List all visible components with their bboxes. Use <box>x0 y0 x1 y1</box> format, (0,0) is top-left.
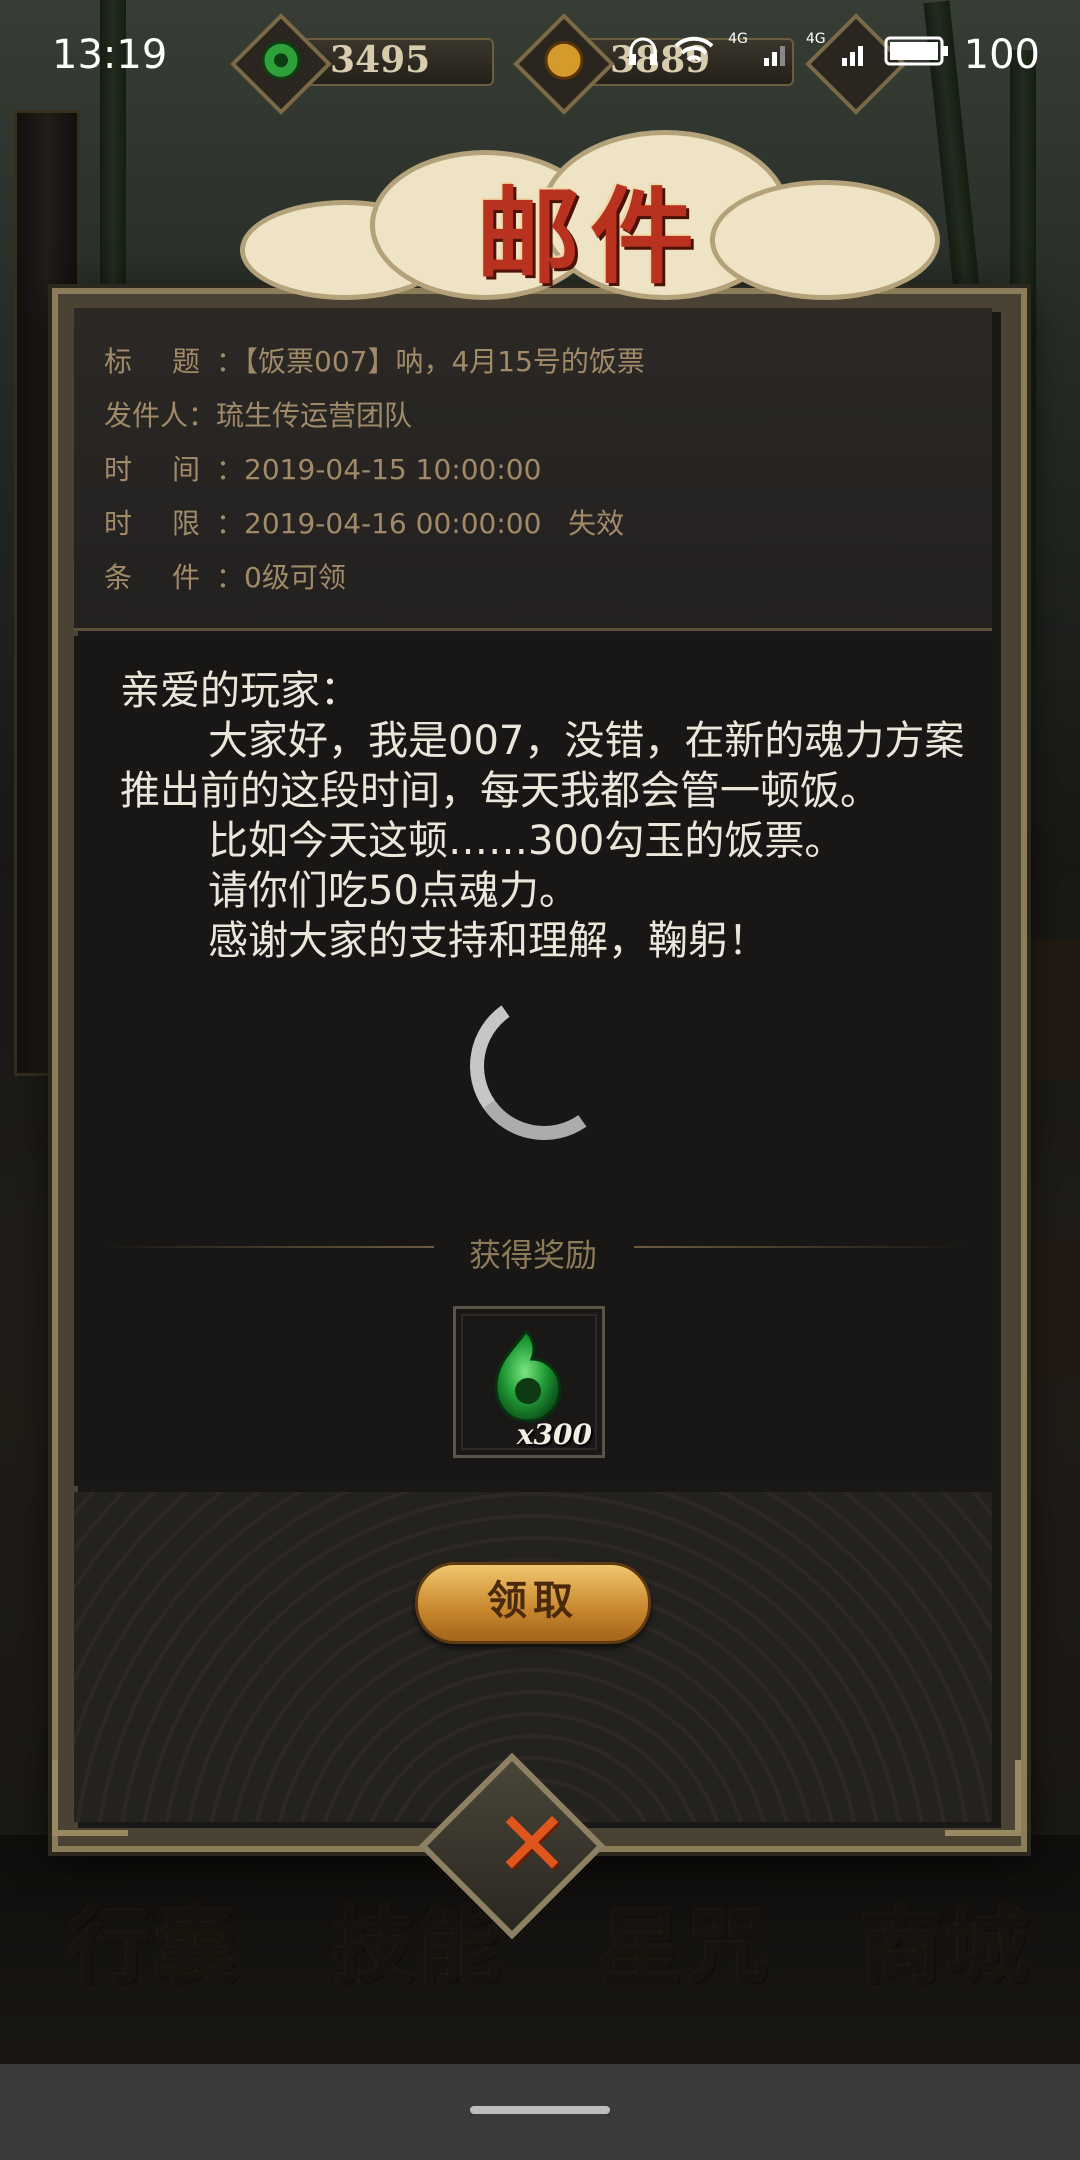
mail-message: 亲爱的玩家： 大家好，我是007，没错，在新的魂力方案推出前的这段时间，每天我都… <box>120 666 970 966</box>
magatama-resource-icon <box>230 13 332 115</box>
title-banner: 邮件 <box>240 130 940 300</box>
deadline-status: 失效 <box>568 507 625 540</box>
navigation-gesture-area <box>0 2064 1080 2160</box>
time-label: 时间 <box>104 453 241 486</box>
mail-info-panel: 标题：【饭票007】呐，4月15号的饭票 发件人：琉生传运营团队 时间：2019… <box>74 308 992 631</box>
signal-icon <box>762 32 792 78</box>
mail-footer-panel <box>74 1492 992 1822</box>
message-paragraph: 比如今天这顿……300勾玉的饭票。 <box>208 818 845 864</box>
wifi-icon <box>674 32 714 78</box>
subject-value: 【饭票007】呐，4月15号的饭票 <box>244 345 645 378</box>
sender-label: 发件人 <box>104 399 189 432</box>
condition-value: 0级可领 <box>244 561 346 594</box>
reward-item-slot[interactable]: x300 <box>453 1306 605 1458</box>
time-row: 时间：2019-04-15 10:00:00 <box>104 448 541 488</box>
message-paragraph: 感谢大家的支持和理解，鞠躬！ <box>208 918 768 964</box>
battery-level: 100 <box>963 32 1040 78</box>
reward-count: x300 <box>516 1418 592 1451</box>
network-label-2: 4G <box>805 31 826 47</box>
sender-value: 琉生传运营团队 <box>216 399 413 432</box>
sender-row: 发件人：琉生传运营团队 <box>104 394 412 434</box>
battery-icon <box>884 32 950 78</box>
dialog-title: 邮件 <box>475 175 704 298</box>
coin-resource-icon <box>513 13 615 115</box>
subject-label: 标题 <box>104 345 241 378</box>
headphones-icon <box>626 32 660 78</box>
magatama-count: 3495 <box>330 39 431 81</box>
network-label: 4G <box>728 31 748 47</box>
home-gesture-bar[interactable] <box>470 2106 610 2114</box>
claim-button-label: 领取 <box>487 1577 579 1624</box>
subject-row: 标题：【饭票007】呐，4月15号的饭票 <box>104 340 645 380</box>
message-paragraph: 大家好，我是007，没错，在新的魂力方案推出前的这段时间，每天我都会管一顿饭。 <box>120 718 965 814</box>
status-bar: 13:19 3495 3889 4G 4G 100 <box>0 0 1080 115</box>
signal-icon-2 <box>840 32 870 78</box>
deadline-row: 时限：2019-04-16 00:00:00 失效 <box>104 502 624 542</box>
condition-row: 条件：0级可领 <box>104 556 346 596</box>
clock: 13:19 <box>52 32 168 78</box>
message-paragraph: 请你们吃50点魂力。 <box>208 868 579 914</box>
reward-title: 获得奖励 <box>468 1236 597 1274</box>
message-greeting: 亲爱的玩家： <box>120 668 360 714</box>
condition-label: 条件 <box>104 561 241 594</box>
time-value: 2019-04-15 10:00:00 <box>244 453 542 486</box>
deadline-label: 时限 <box>104 507 241 540</box>
deadline-value: 2019-04-16 00:00:00 <box>244 507 542 540</box>
claim-button[interactable]: 领取 <box>415 1562 651 1644</box>
system-icons: 4G 4G 100 <box>626 31 1040 78</box>
